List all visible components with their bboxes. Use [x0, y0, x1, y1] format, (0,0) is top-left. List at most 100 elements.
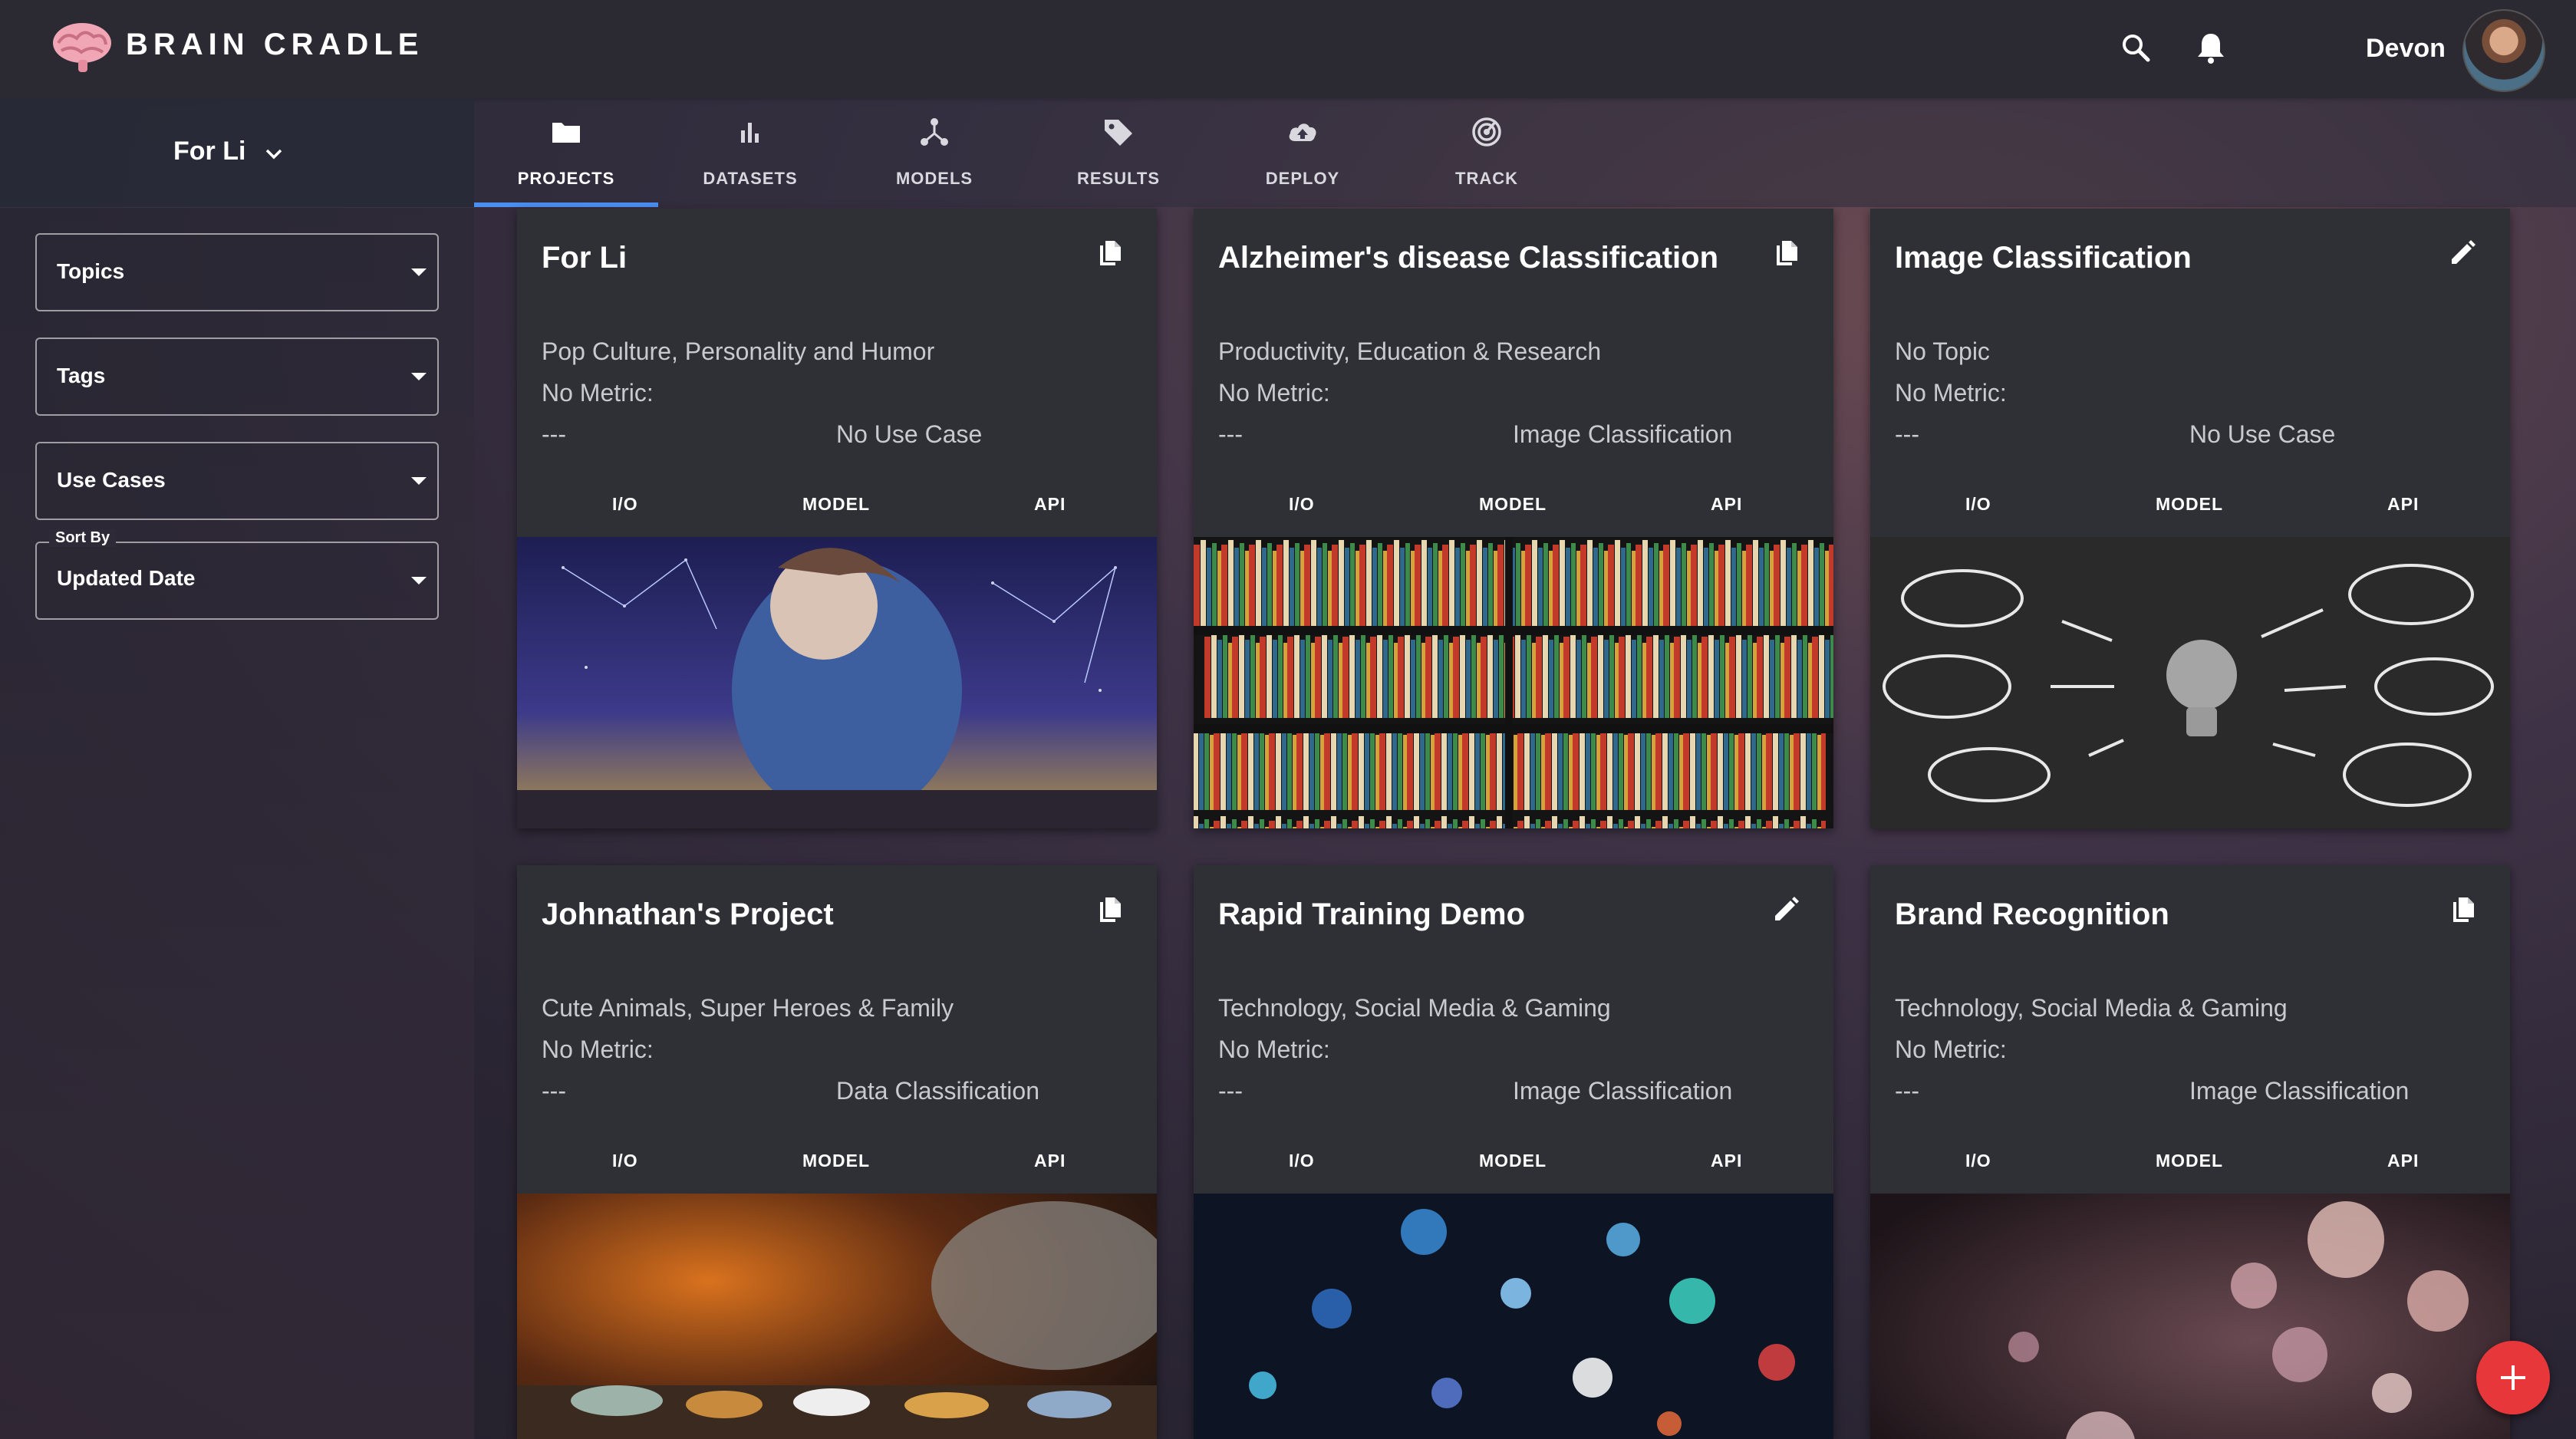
model-button[interactable]: MODEL	[2156, 494, 2223, 515]
sort-by-value: Updated Date	[57, 566, 196, 590]
card-title[interactable]: Brand Recognition	[1895, 897, 2169, 932]
radar-icon	[1472, 117, 1501, 147]
bell-icon[interactable]	[2194, 31, 2228, 64]
card-image[interactable]	[1870, 1194, 2510, 1439]
tab-results[interactable]: RESULTS	[1026, 98, 1211, 207]
dropdown-caret-icon	[411, 477, 427, 485]
io-button[interactable]: I/O	[612, 494, 638, 515]
copy-icon[interactable]	[2447, 894, 2478, 925]
card-image[interactable]	[1194, 537, 1833, 828]
active-tab-indicator	[474, 203, 658, 207]
tags-filter-label: Tags	[57, 364, 106, 387]
tab-projects-label: PROJECTS	[517, 169, 615, 188]
avatar[interactable]	[2462, 9, 2545, 92]
copy-icon[interactable]	[1094, 238, 1125, 268]
project-card[interactable]: Rapid Training Demo Technology, Social M…	[1194, 865, 1833, 1439]
api-button[interactable]: API	[2387, 494, 2419, 515]
api-button[interactable]: API	[1711, 494, 1742, 515]
card-metric: No Metric:	[1895, 379, 2007, 407]
card-title[interactable]: Image Classification	[1895, 241, 2192, 275]
model-button[interactable]: MODEL	[1479, 1151, 1547, 1171]
card-title[interactable]: Alzheimer's disease Classification	[1218, 241, 1718, 275]
sort-by-label: Sort By	[49, 529, 117, 547]
tab-track[interactable]: TRACK	[1395, 98, 1579, 207]
card-topic: Pop Culture, Personality and Humor	[542, 338, 935, 365]
project-card[interactable]: For Li Pop Culture, Personality and Humo…	[517, 209, 1157, 828]
io-button[interactable]: I/O	[1289, 1151, 1315, 1171]
model-button[interactable]: MODEL	[2156, 1151, 2223, 1171]
dropdown-caret-icon	[411, 373, 427, 380]
card-topic: Technology, Social Media & Gaming	[1895, 994, 2288, 1022]
model-button[interactable]: MODEL	[802, 1151, 870, 1171]
edit-icon[interactable]	[1771, 894, 1801, 925]
api-button[interactable]: API	[1711, 1151, 1742, 1171]
edit-icon[interactable]	[2447, 238, 2478, 268]
search-icon[interactable]	[2119, 31, 2153, 64]
card-use-case: No Use Case	[836, 420, 983, 448]
tags-filter[interactable]: Tags	[35, 338, 439, 416]
card-topic: Cute Animals, Super Heroes & Family	[542, 994, 954, 1022]
card-metric: No Metric:	[1218, 1036, 1330, 1063]
card-topic: Productivity, Education & Research	[1218, 338, 1602, 365]
tab-datasets-label: DATASETS	[703, 169, 798, 188]
api-button[interactable]: API	[1034, 494, 1066, 515]
use-cases-filter[interactable]: Use Cases	[35, 442, 439, 520]
tab-projects[interactable]: PROJECTS	[474, 98, 658, 207]
sort-by-select[interactable]: Updated Date	[35, 542, 439, 620]
io-button[interactable]: I/O	[612, 1151, 638, 1171]
card-title[interactable]: Johnathan's Project	[542, 897, 834, 932]
topics-filter[interactable]: Topics	[35, 233, 439, 311]
brand-title[interactable]: BRAIN CRADLE	[126, 28, 423, 62]
card-image[interactable]	[1194, 1194, 1833, 1439]
project-card[interactable]: Image Classification No Topic No Metric:…	[1870, 209, 2510, 828]
card-topic: No Topic	[1895, 338, 1990, 365]
card-metric-value: ---	[1218, 1077, 1243, 1105]
dropdown-caret-icon	[411, 268, 427, 276]
topics-filter-label: Topics	[57, 259, 125, 283]
project-card[interactable]: Brand Recognition Technology, Social Med…	[1870, 865, 2510, 1439]
project-selector[interactable]: For Li	[0, 98, 474, 208]
network-icon	[921, 118, 948, 146]
top-app-bar: BRAIN CRADLE Devon	[0, 0, 2576, 98]
api-button[interactable]: API	[2387, 1151, 2419, 1171]
io-button[interactable]: I/O	[1965, 494, 1991, 515]
brain-icon[interactable]	[51, 20, 114, 74]
project-card[interactable]: Johnathan's Project Cute Animals, Super …	[517, 865, 1157, 1439]
copy-icon[interactable]	[1094, 894, 1125, 925]
username[interactable]: Devon	[2366, 34, 2446, 64]
chevron-down-icon	[265, 149, 282, 160]
add-project-button[interactable]	[2476, 1341, 2550, 1414]
io-button[interactable]: I/O	[1965, 1151, 1991, 1171]
card-metric-value: ---	[542, 420, 566, 448]
card-use-case: Image Classification	[1513, 420, 1733, 448]
card-use-case: Image Classification	[2189, 1077, 2410, 1105]
model-button[interactable]: MODEL	[1479, 494, 1547, 515]
card-title[interactable]: For Li	[542, 241, 627, 275]
tab-datasets[interactable]: DATASETS	[658, 98, 842, 207]
folder-icon	[552, 123, 580, 143]
tag-icon	[1105, 120, 1132, 146]
card-image[interactable]	[517, 1194, 1157, 1439]
io-button[interactable]: I/O	[1289, 494, 1315, 515]
project-card[interactable]: Alzheimer's disease Classification Produ…	[1194, 209, 1833, 828]
api-button[interactable]: API	[1034, 1151, 1066, 1171]
tab-deploy[interactable]: DEPLOY	[1211, 98, 1395, 207]
copy-icon[interactable]	[1771, 238, 1801, 268]
tab-deploy-label: DEPLOY	[1265, 169, 1340, 188]
card-use-case: No Use Case	[2189, 420, 2336, 448]
card-metric-value: ---	[1218, 420, 1243, 448]
card-image[interactable]	[517, 537, 1157, 828]
card-image[interactable]	[1870, 537, 2510, 828]
card-metric: No Metric:	[1895, 1036, 2007, 1063]
card-metric-value: ---	[542, 1077, 566, 1105]
plus-icon	[2501, 1365, 2525, 1390]
project-selector-label: For Li	[173, 137, 246, 166]
card-title[interactable]: Rapid Training Demo	[1218, 897, 1525, 932]
tab-results-label: RESULTS	[1076, 169, 1161, 188]
model-button[interactable]: MODEL	[802, 494, 870, 515]
main-tabs: PROJECTS DATASETS MODELS RESULTS DEPLOY …	[474, 98, 2576, 207]
card-topic: Technology, Social Media & Gaming	[1218, 994, 1611, 1022]
tab-models[interactable]: MODELS	[842, 98, 1026, 207]
card-metric: No Metric:	[542, 1036, 654, 1063]
card-metric-value: ---	[1895, 420, 1919, 448]
